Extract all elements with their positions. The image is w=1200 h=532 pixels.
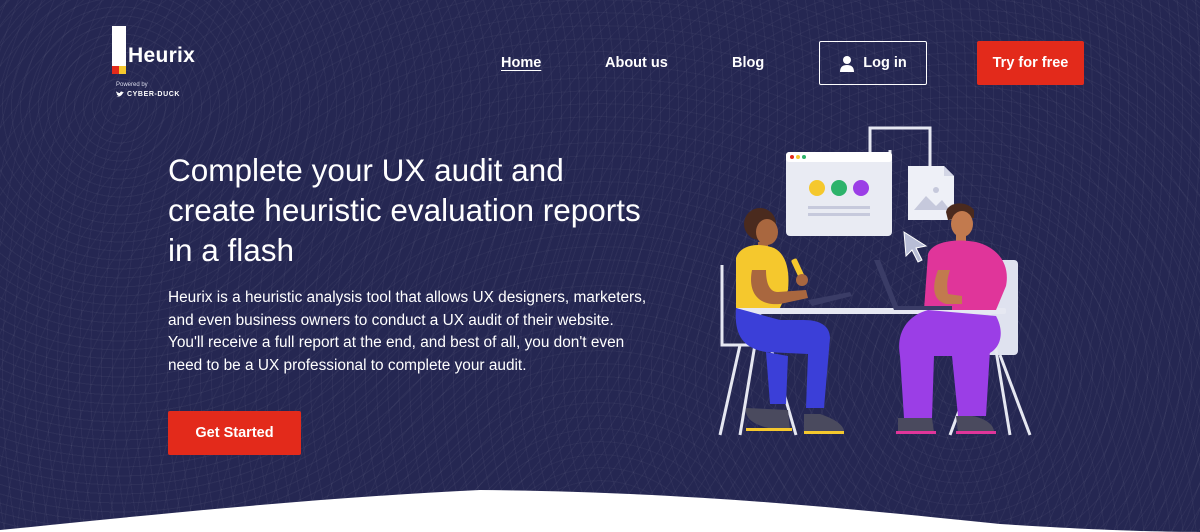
nav-home[interactable]: Home <box>501 55 541 71</box>
cursor-icon <box>903 231 928 263</box>
bird-icon <box>116 91 124 97</box>
man-figure-icon <box>874 203 1007 434</box>
hero-title: Complete your UX audit and create heuris… <box>168 152 641 268</box>
try-for-free-button[interactable]: Try for free <box>977 41 1084 85</box>
brand-name: Heurix <box>128 44 196 67</box>
browser-window-icon <box>786 152 892 236</box>
woman-figure-icon <box>735 208 852 434</box>
login-label: Log in <box>863 55 907 71</box>
team-audit-illustration <box>718 126 1032 436</box>
nav-about-us[interactable]: About us <box>605 55 668 71</box>
powered-by-label: Powered by <box>116 82 148 88</box>
nav-blog[interactable]: Blog <box>732 55 764 71</box>
partner-name: CYBER-DUCK <box>127 91 181 98</box>
hero-description: Heurix is a heuristic analysis tool that… <box>168 289 647 374</box>
partner-label: CYBER-DUCK <box>116 91 180 98</box>
logo-mark-icon <box>112 26 126 74</box>
get-started-button[interactable]: Get Started <box>168 411 301 455</box>
brand-logo[interactable]: Heurix Powered by CYBER-DUCK <box>112 26 222 106</box>
user-icon <box>840 55 855 72</box>
login-button[interactable]: Log in <box>819 41 927 85</box>
